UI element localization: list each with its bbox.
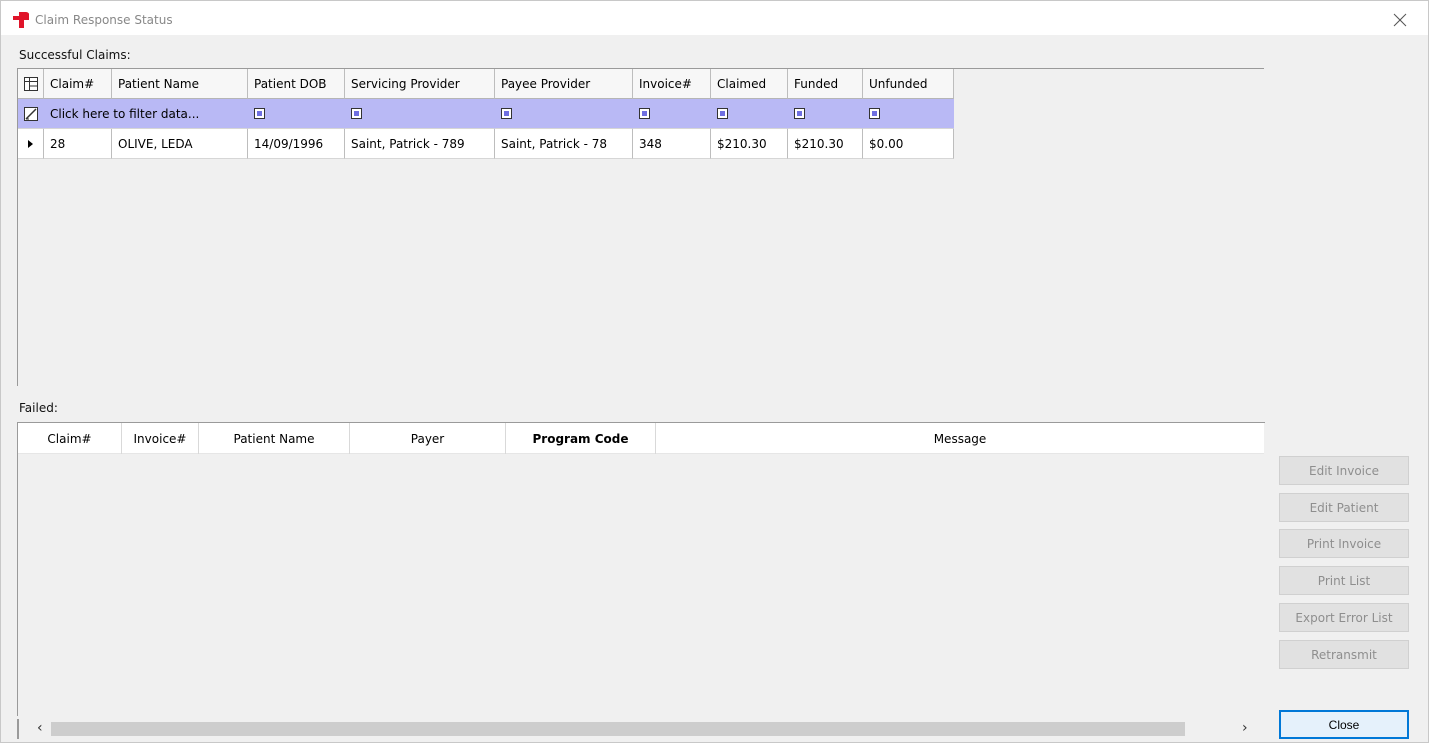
scroll-right-icon[interactable]: › (1242, 720, 1248, 736)
successful-grid-header: Claim# Patient Name Patient DOB Servicin… (18, 69, 954, 99)
close-button[interactable]: Close (1279, 710, 1409, 739)
filter-row[interactable]: Click here to filter data... (18, 99, 954, 129)
filter-row-selector[interactable] (18, 99, 44, 129)
claim-response-status-window: Claim Response Status Successful Claims:… (0, 0, 1429, 743)
filter-operator-icon (717, 108, 728, 119)
filter-cell-dob[interactable] (248, 99, 345, 129)
failed-claims-grid: Claim# Invoice# Patient Name Payer Progr… (17, 422, 1265, 716)
filter-cell-unfunded[interactable] (863, 99, 954, 129)
export-error-list-button[interactable]: Export Error List (1279, 603, 1409, 632)
print-invoice-button[interactable]: Print Invoice (1279, 529, 1409, 558)
cell-funded[interactable]: $210.30 (788, 129, 863, 159)
col-header-payee-provider[interactable]: Payee Provider (495, 69, 633, 99)
col-header-patient-name[interactable]: Patient Name (112, 69, 248, 99)
col-header-patient-dob[interactable]: Patient DOB (248, 69, 345, 99)
successful-claims-grid: Claim# Patient Name Patient DOB Servicin… (17, 68, 1264, 386)
close-x-icon[interactable] (1393, 13, 1407, 27)
cell-claimed[interactable]: $210.30 (711, 129, 788, 159)
window-title: Claim Response Status (35, 13, 173, 27)
edit-patient-button[interactable]: Edit Patient (1279, 493, 1409, 522)
current-row-arrow-icon (28, 139, 33, 148)
filter-input[interactable]: Click here to filter data... (44, 99, 248, 129)
filter-operator-icon (254, 108, 265, 119)
row-selector[interactable] (18, 129, 44, 159)
fail-col-message[interactable]: Message (656, 423, 1264, 454)
fail-col-invoice[interactable]: Invoice# (122, 423, 199, 454)
filter-operator-icon (869, 108, 880, 119)
filter-cell-claimed[interactable] (711, 99, 788, 129)
print-list-button[interactable]: Print List (1279, 566, 1409, 595)
scroll-edge (17, 719, 19, 739)
cell-patient-dob[interactable]: 14/09/1996 (248, 129, 345, 159)
fail-col-claim[interactable]: Claim# (18, 423, 122, 454)
fail-col-patient-name[interactable]: Patient Name (199, 423, 350, 454)
filter-operator-icon (351, 108, 362, 119)
fail-col-payer[interactable]: Payer (350, 423, 506, 454)
filter-cell-payee[interactable] (495, 99, 633, 129)
cell-unfunded[interactable]: $0.00 (863, 129, 954, 159)
filter-edit-icon (23, 106, 38, 121)
col-header-invoice[interactable]: Invoice# (633, 69, 711, 99)
col-header-unfunded[interactable]: Unfunded (863, 69, 954, 99)
filter-operator-icon (794, 108, 805, 119)
filter-operator-icon (501, 108, 512, 119)
failed-label: Failed: (19, 401, 58, 415)
cell-patient-name[interactable]: OLIVE, LEDA (112, 129, 248, 159)
fail-col-program-code[interactable]: Program Code (506, 423, 656, 454)
column-chooser-icon (23, 76, 38, 91)
failed-grid-header: Claim# Invoice# Patient Name Payer Progr… (18, 423, 1264, 454)
col-header-claim[interactable]: Claim# (44, 69, 112, 99)
cell-invoice[interactable]: 348 (633, 129, 711, 159)
filter-operator-icon (639, 108, 650, 119)
col-header-claimed[interactable]: Claimed (711, 69, 788, 99)
table-row[interactable]: 28 OLIVE, LEDA 14/09/1996 Saint, Patrick… (18, 129, 954, 159)
cell-payee-provider[interactable]: Saint, Patrick - 78 (495, 129, 633, 159)
filter-cell-funded[interactable] (788, 99, 863, 129)
col-header-servicing-provider[interactable]: Servicing Provider (345, 69, 495, 99)
scroll-left-icon[interactable]: ‹ (37, 720, 43, 736)
scrollbar-thumb[interactable] (51, 722, 1185, 736)
app-logo-icon (13, 12, 29, 28)
col-header-funded[interactable]: Funded (788, 69, 863, 99)
retransmit-button[interactable]: Retransmit (1279, 640, 1409, 669)
cell-claim[interactable]: 28 (44, 129, 112, 159)
title-bar: Claim Response Status (1, 1, 1428, 35)
column-chooser-button[interactable] (18, 69, 44, 99)
filter-cell-invoice[interactable] (633, 99, 711, 129)
filter-cell-servicing[interactable] (345, 99, 495, 129)
horizontal-scrollbar[interactable]: ‹ › (17, 717, 1265, 741)
successful-claims-label: Successful Claims: (19, 48, 131, 62)
edit-invoice-button[interactable]: Edit Invoice (1279, 456, 1409, 485)
cell-servicing-provider[interactable]: Saint, Patrick - 789 (345, 129, 495, 159)
